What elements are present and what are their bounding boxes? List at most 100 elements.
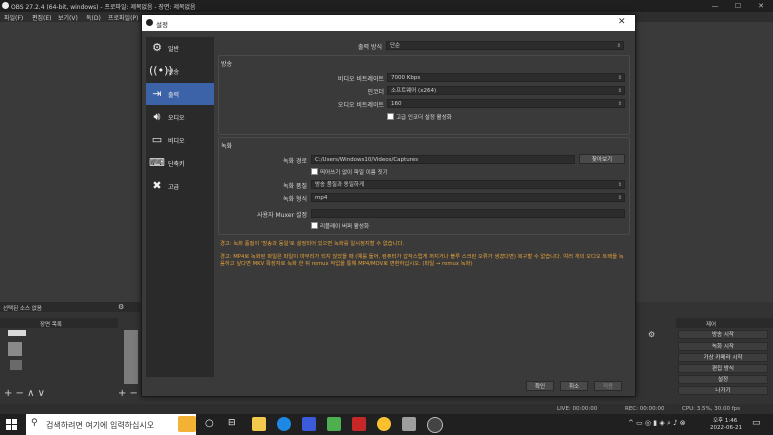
exit-button[interactable]: 나가기: [678, 386, 768, 395]
muxer-settings-input[interactable]: [311, 209, 625, 218]
clock-date[interactable]: 2022-06-21: [710, 425, 742, 431]
widgets-icon[interactable]: ⊟: [228, 418, 236, 428]
audio-bitrate-select[interactable]: 160 ⇕: [387, 99, 625, 108]
obs-taskbar-icon[interactable]: [427, 417, 443, 433]
close-window-icon[interactable]: ✕: [751, 1, 771, 11]
ok-button[interactable]: 확인: [526, 381, 554, 391]
close-icon[interactable]: ✕: [618, 17, 626, 27]
menu-view[interactable]: 보기(V): [58, 13, 78, 22]
video-bitrate-input[interactable]: 7000 Kbps ⇕: [387, 73, 625, 82]
file-explorer-icon[interactable]: [252, 417, 266, 431]
sidebar-item-general[interactable]: ⚙ 일반: [146, 37, 214, 59]
no-space-filename-checkbox[interactable]: [311, 168, 318, 175]
sidebar-item-label: 비디오: [168, 138, 185, 145]
source-thumbnail: [124, 330, 138, 384]
sidebar-item-output[interactable]: ⇥ 출력: [146, 83, 214, 105]
maximize-icon[interactable]: ☐: [728, 1, 748, 11]
start-recording-button[interactable]: 녹화 시작: [678, 342, 768, 351]
encoder-value: 소프트웨어 (x264): [391, 88, 437, 94]
tray-icons[interactable]: ^ ▭ ◎ ▮ ◈ ⌕ ♪ ⊗: [628, 419, 686, 428]
start-virtual-camera-button[interactable]: 가상 카메라 시작: [678, 353, 768, 362]
cpu-status: CPU: 3.5%, 30.00 fps: [682, 406, 741, 412]
output-mode-select[interactable]: 단순 ⇕: [386, 41, 624, 50]
replay-buffer-checkbox[interactable]: [311, 222, 318, 229]
menu-edit[interactable]: 편집(E): [32, 13, 52, 22]
obs-logo-icon: [2, 2, 9, 9]
sidebar-item-label: 오디오: [168, 115, 185, 122]
sidebar-item-stream[interactable]: ((•)) 방송: [146, 60, 214, 82]
obs-logo-icon: [146, 19, 153, 26]
mixer-gear-icon[interactable]: ⚙: [648, 330, 655, 339]
rec-status: REC: 00:00:00: [625, 406, 665, 412]
recording-format-value: mp4: [315, 195, 328, 201]
cancel-button[interactable]: 취소: [560, 381, 588, 391]
recording-path-input[interactable]: C:/Users/Windows10/Videos/Captures: [311, 155, 575, 164]
recording-quality-select[interactable]: 방송 품질과 동일하게 ⇕: [311, 180, 625, 189]
camera-icon[interactable]: [402, 417, 416, 431]
recording-quality-label: 녹화 품질: [283, 183, 307, 190]
clock-time[interactable]: 오후 1:46: [713, 416, 737, 424]
no-source-label: 선택된 소스 없음: [3, 306, 42, 312]
scene-thumbnail: [8, 330, 26, 336]
source-controls[interactable]: + −: [118, 388, 138, 399]
sidebar-item-label: 고급: [168, 184, 180, 191]
scene-controls[interactable]: + − ∧ ∨: [4, 388, 45, 399]
store-icon[interactable]: [302, 417, 316, 431]
windows-start-icon[interactable]: [6, 419, 18, 431]
app-icon[interactable]: [327, 417, 341, 431]
keyboard-icon: ⌨: [149, 156, 165, 169]
settings-button[interactable]: 설정: [678, 375, 768, 384]
notification-icon[interactable]: ▭: [752, 418, 761, 428]
recording-path-label: 녹화 경로: [283, 158, 307, 165]
obs-titlebar: OBS 27.2.4 (64-bit, windows) - 프로파일: 제목없…: [0, 0, 773, 12]
encoder-select[interactable]: 소프트웨어 (x264) ⇕: [387, 86, 625, 95]
recording-section-title: 녹화: [221, 143, 233, 150]
scenes-dock-header: 장면 목록: [0, 318, 118, 328]
video-bitrate-label: 비디오 비트레이트: [337, 76, 384, 83]
dialog-titlebar: 설정 ✕: [142, 15, 635, 31]
obs-window-title: OBS 27.2.4 (64-bit, windows) - 프로파일: 제목없…: [11, 4, 196, 11]
sidebar-item-label: 일반: [168, 46, 180, 53]
spinner-icon[interactable]: ⇕: [618, 74, 622, 81]
speaker-icon: 🔊︎: [153, 110, 161, 123]
browse-button[interactable]: 찾아보기: [579, 154, 625, 164]
sidebar-item-advanced[interactable]: ✖ 고급: [146, 175, 214, 197]
scenes-header: 장면 목록: [40, 322, 62, 328]
scene-thumbnail: [10, 360, 22, 370]
advanced-encoder-checkbox[interactable]: [387, 113, 394, 120]
sidebar-item-video[interactable]: ▭ 비디오: [146, 129, 214, 151]
studio-mode-button[interactable]: 편집 방식: [678, 364, 768, 373]
recording-quality-value: 방송 품질과 동일하게: [315, 182, 365, 188]
warning-mp4: 경고: MP4로 녹화된 파일은 파일이 마무리가 되지 않았을 때 (예를 들…: [220, 254, 624, 267]
output-mode-value: 단순: [390, 43, 401, 49]
menu-profile[interactable]: 프로파일(P): [108, 13, 138, 22]
minimize-icon[interactable]: —: [705, 1, 725, 11]
dialog-title: 설정: [156, 21, 168, 29]
edge-icon[interactable]: [277, 417, 291, 431]
task-view-icon[interactable]: ○: [205, 418, 214, 429]
app-icon[interactable]: [352, 417, 366, 431]
video-bitrate-value: 7000 Kbps: [391, 75, 421, 81]
no-space-filename-label: 띄어쓰기 없이 파일 이름 짓기: [320, 170, 388, 176]
chevron-updown-icon: ⇕: [617, 101, 622, 107]
streaming-section-title: 방송: [221, 61, 233, 68]
start-streaming-button[interactable]: 방송 시작: [678, 330, 768, 339]
menu-dock[interactable]: 독(D): [86, 13, 101, 22]
chrome-icon[interactable]: [377, 417, 391, 431]
taskbar-search-input[interactable]: ⚲ 검색하려면 여기에 입력하십시오: [26, 414, 196, 435]
broadcast-icon: ((•)): [149, 64, 173, 77]
sidebar-item-hotkeys[interactable]: ⌨ 단축키: [146, 152, 214, 174]
tools-icon: ✖: [152, 179, 162, 192]
scene-thumbnail: [8, 342, 22, 356]
gear-icon[interactable]: ⚙: [118, 303, 124, 311]
output-icon: ⇥: [152, 87, 162, 100]
apply-button[interactable]: 적용: [594, 381, 622, 391]
replay-buffer-label: 리플레이 버퍼 활성화: [320, 224, 370, 230]
weather-icon[interactable]: [178, 416, 196, 432]
output-mode-label: 출력 방식: [358, 44, 382, 51]
recording-format-select[interactable]: mp4 ⇕: [311, 193, 625, 202]
menu-file[interactable]: 파일(F): [4, 13, 23, 22]
sidebar-item-label: 방송: [168, 69, 180, 76]
recording-section: 녹화 녹화 경로 C:/Users/Windows10/Videos/Captu…: [218, 137, 630, 235]
sidebar-item-audio[interactable]: 🔊︎ 오디오: [146, 106, 214, 128]
